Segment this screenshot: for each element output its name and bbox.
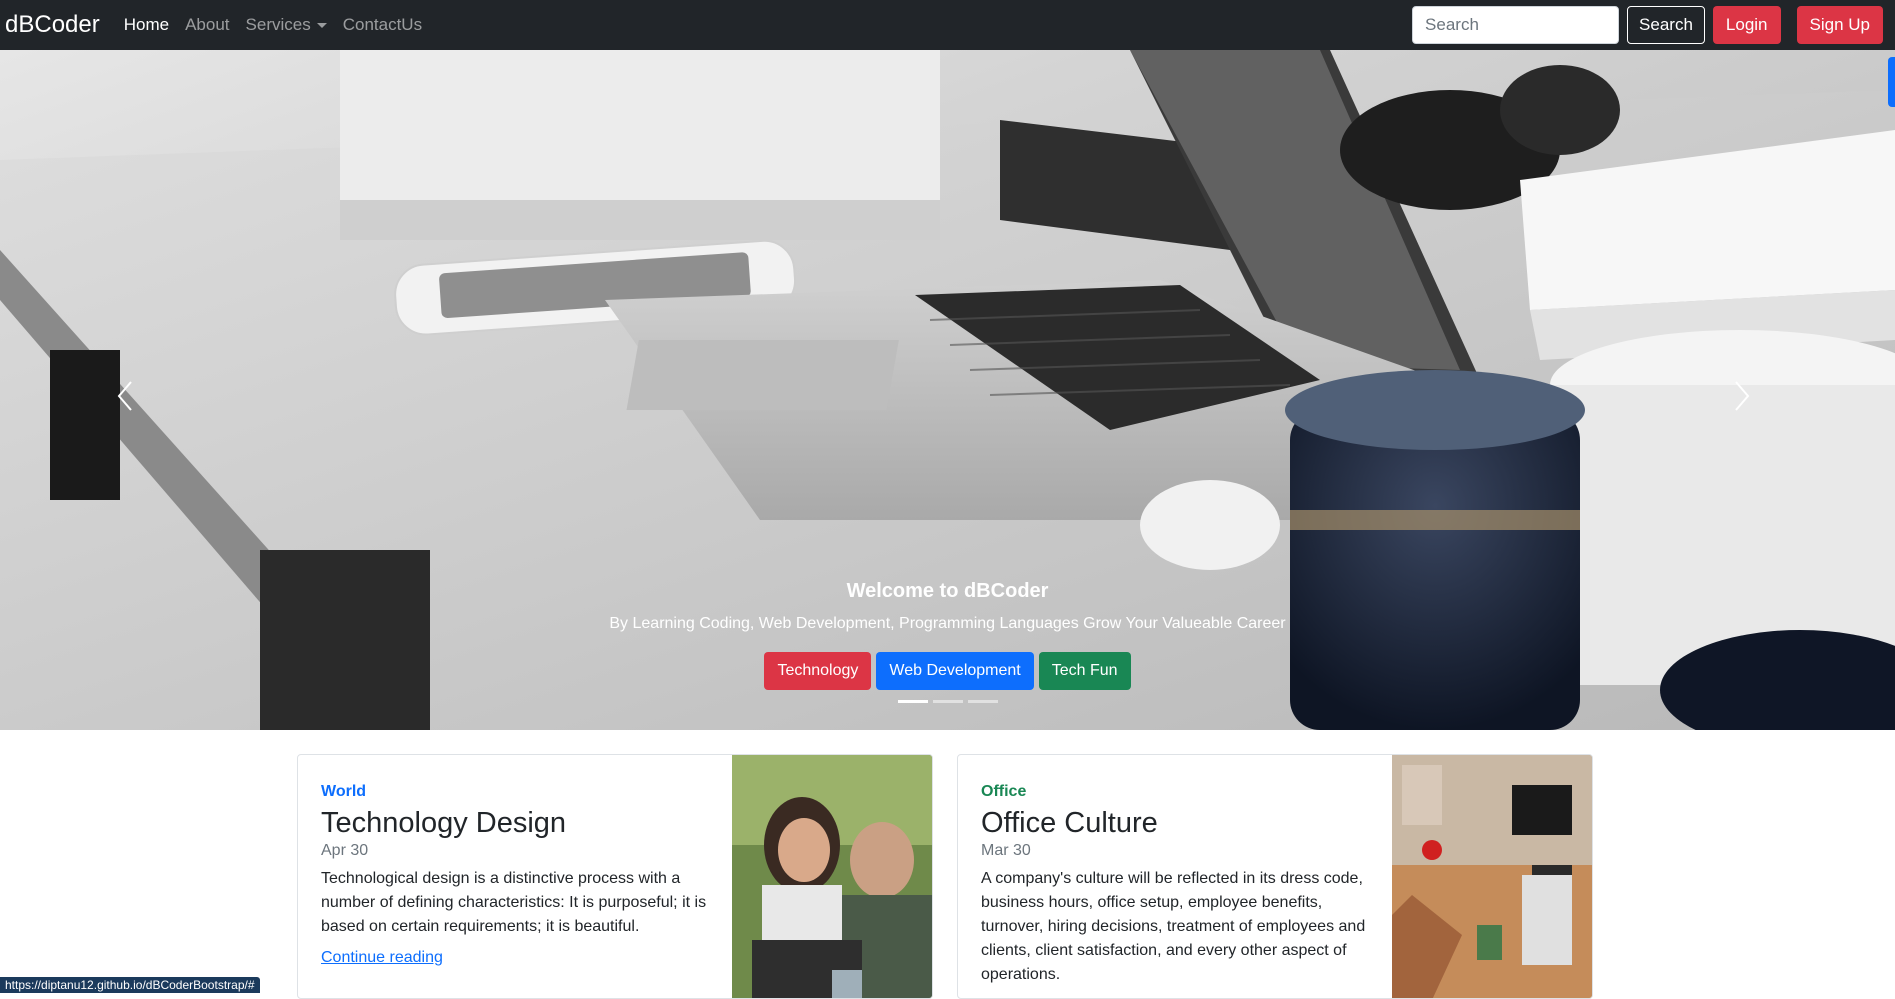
card-image-people bbox=[732, 755, 932, 998]
nav-link-contactus[interactable]: ContactUs bbox=[343, 15, 422, 35]
carousel-indicator-1[interactable] bbox=[897, 700, 928, 703]
navbar: dBCoder Home About Services ContactUs Se… bbox=[0, 0, 1895, 50]
chevron-down-icon bbox=[316, 23, 327, 29]
web-development-button[interactable]: Web Development bbox=[876, 652, 1034, 690]
carousel-next-button[interactable] bbox=[1732, 380, 1772, 440]
card-office-culture: Office Office Culture Mar 30 A company's… bbox=[957, 754, 1593, 999]
card-date: Mar 30 bbox=[981, 842, 1031, 859]
chevron-left-icon bbox=[117, 381, 132, 411]
hero-buttons: Technology Web Development Tech Fun bbox=[0, 652, 1895, 690]
signup-button[interactable]: Sign Up bbox=[1796, 6, 1883, 44]
card-category: World bbox=[321, 783, 367, 800]
card-technology-design: World Technology Design Apr 30 Technolog… bbox=[297, 754, 933, 999]
card-title: Technology Design bbox=[321, 807, 567, 839]
card-text: A company's culture will be reflected in… bbox=[981, 870, 1366, 983]
carousel-indicator-3[interactable] bbox=[967, 700, 998, 703]
nav-link-about[interactable]: About bbox=[185, 15, 229, 35]
card-title: Office Culture bbox=[981, 807, 1158, 839]
nav-link-services-label: Services bbox=[245, 15, 311, 34]
technology-button[interactable]: Technology bbox=[764, 652, 872, 690]
tech-fun-button[interactable]: Tech Fun bbox=[1038, 652, 1131, 690]
nav-link-services[interactable]: Services bbox=[246, 15, 327, 35]
card-body: Office Office Culture Mar 30 A company's… bbox=[981, 783, 1381, 987]
brand-logo[interactable]: dBCoder bbox=[5, 11, 100, 39]
card-image-office bbox=[1392, 755, 1592, 998]
chevron-right-icon bbox=[1735, 381, 1750, 411]
login-button[interactable]: Login bbox=[1712, 6, 1781, 44]
carousel-indicators bbox=[0, 700, 1895, 703]
hero-subtitle: By Learning Coding, Web Development, Pro… bbox=[609, 615, 1286, 632]
nav-links: Home About Services ContactUs bbox=[124, 15, 438, 35]
card-text: Technological design is a distinctive pr… bbox=[321, 870, 707, 935]
card-body: World Technology Design Apr 30 Technolog… bbox=[321, 783, 721, 967]
search-button[interactable]: Search bbox=[1627, 6, 1705, 44]
carousel-prev-button[interactable] bbox=[115, 380, 155, 440]
card-date: Apr 30 bbox=[321, 842, 369, 859]
hero-carousel: Welcome to dBCoder By Learning Coding, W… bbox=[0, 50, 1895, 730]
status-bar-url: https://diptanu12.github.io/dBCoderBoots… bbox=[0, 977, 260, 993]
hero-title: Welcome to dBCoder bbox=[846, 580, 1049, 602]
nav-link-home[interactable]: Home bbox=[124, 15, 169, 35]
nav-actions: Search Login Sign Up bbox=[1412, 0, 1895, 50]
carousel-indicator-2[interactable] bbox=[932, 700, 963, 703]
search-input[interactable] bbox=[1412, 6, 1620, 44]
card-category: Office bbox=[981, 783, 1027, 800]
side-tab[interactable] bbox=[1888, 57, 1895, 107]
continue-reading-link[interactable]: Continue reading bbox=[321, 949, 721, 967]
